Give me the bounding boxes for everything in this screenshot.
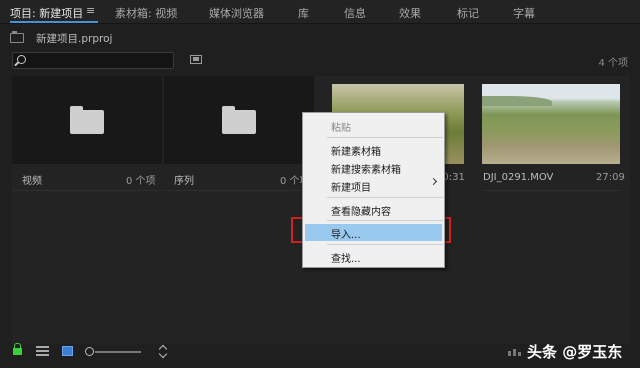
item-count: 4 个项 — [598, 58, 628, 69]
panel-tab-bar: 项目: 新建项目 ≡ 素材箱: 视频 媒体浏览器 库 信息 效果 标记 字幕 — [0, 0, 640, 24]
sort-icon[interactable] — [159, 345, 168, 358]
context-menu: 粘贴 新建素材箱 新建搜索素材箱 新建项目 查看隐藏内容 导入... 查找... — [302, 112, 445, 268]
icon-view-icon[interactable] — [62, 346, 73, 356]
tab-project[interactable]: 项目: 新建项目 — [10, 5, 83, 21]
folder-icon — [222, 106, 256, 134]
chevron-right-icon — [429, 177, 438, 186]
tile-divider — [12, 190, 162, 191]
active-tab-underline — [10, 21, 98, 23]
tile-item-count: 0 个项 — [126, 176, 156, 187]
menu-item-paste[interactable]: 粘贴 — [331, 119, 351, 134]
zoom-slider-track[interactable] — [95, 351, 141, 353]
tab-info[interactable]: 信息 — [344, 5, 366, 21]
menu-separator — [327, 137, 443, 138]
clip-duration: 27:09 — [596, 172, 625, 183]
project-file-name: 新建项目.prproj — [36, 32, 113, 45]
menu-item-find[interactable]: 查找... — [331, 250, 361, 265]
tile-name: 序列 — [174, 176, 194, 187]
panel-menu-icon[interactable]: ≡ — [86, 4, 95, 17]
search-input[interactable] — [12, 52, 174, 69]
list-view-icon[interactable] — [36, 346, 49, 357]
tile-name: 视频 — [22, 176, 42, 187]
folder-icon — [70, 106, 104, 134]
zoom-slider-handle[interactable] — [85, 347, 94, 356]
tile-divider — [164, 190, 312, 191]
menu-separator — [327, 220, 443, 221]
panel-footer: 头条 @罗玉东 — [0, 340, 640, 368]
watermark-text: 头条 @罗玉东 — [527, 343, 623, 361]
tab-libraries[interactable]: 库 — [298, 5, 309, 21]
project-path: 新建项目.prproj — [10, 30, 112, 46]
project-panel: 新建项目.prproj 4 个项 视频 0 个项 序列 0 个项 50:31 D… — [0, 24, 640, 368]
menu-item-view-hidden[interactable]: 查看隐藏内容 — [331, 203, 391, 218]
bin-thumbnail — [164, 76, 314, 164]
menu-item-new-bin[interactable]: 新建素材箱 — [331, 143, 381, 158]
new-bin-from-search-icon[interactable] — [190, 55, 202, 64]
clip-thumbnail[interactable] — [482, 84, 620, 164]
bin-thumbnail — [12, 76, 162, 164]
tab-markers[interactable]: 标记 — [457, 5, 479, 21]
tab-bin-video[interactable]: 素材箱: 视频 — [115, 5, 177, 21]
tile-divider — [482, 190, 622, 191]
menu-item-import[interactable]: 导入... — [331, 226, 361, 241]
tab-effects[interactable]: 效果 — [399, 5, 421, 21]
menu-separator — [327, 197, 443, 198]
menu-item-new-search-bin[interactable]: 新建搜索素材箱 — [331, 161, 401, 176]
bars-icon — [508, 348, 522, 356]
menu-item-highlight — [305, 224, 442, 241]
menu-item-new-item[interactable]: 新建项目 — [331, 179, 371, 194]
clip-name: DJI_0291.MOV — [483, 172, 554, 183]
tab-media-browser[interactable]: 媒体浏览器 — [209, 5, 264, 21]
tab-captions[interactable]: 字幕 — [513, 5, 535, 21]
lock-icon[interactable] — [13, 343, 22, 355]
search-icon — [17, 55, 26, 64]
menu-separator — [327, 244, 443, 245]
folder-icon — [10, 31, 24, 43]
